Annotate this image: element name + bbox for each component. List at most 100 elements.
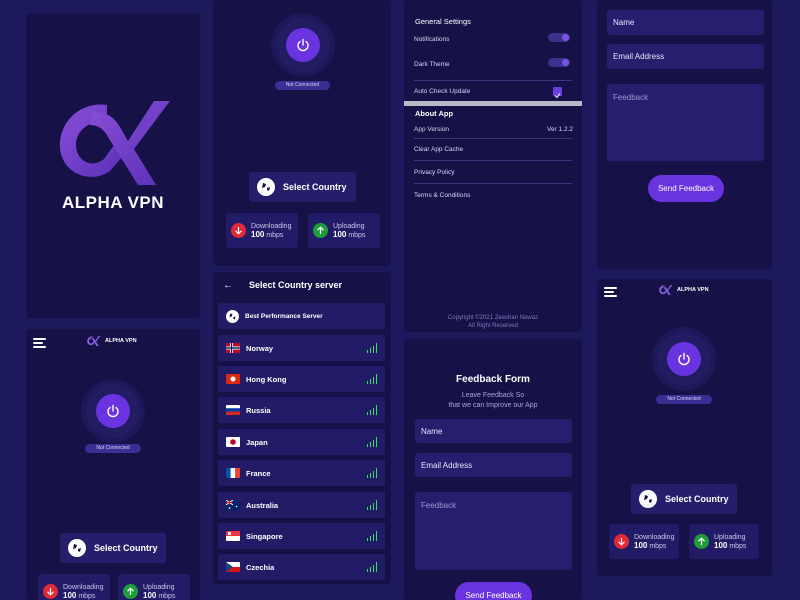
download-unit: mbps	[78, 592, 96, 600]
header-brand: ALPHA VPN	[86, 335, 137, 347]
email-field[interactable]: Email Address	[415, 453, 572, 477]
best-server-item[interactable]: Best Performance Server	[218, 303, 385, 329]
power-button[interactable]	[657, 332, 711, 386]
select-country-label: Select Country	[283, 182, 347, 192]
dark-theme-label: Dark Theme	[414, 61, 450, 68]
auto-update-label: Auto Check Update	[414, 88, 471, 95]
app-version-label: App Version	[414, 126, 450, 133]
clear-cache-item[interactable]: Clear App Cache	[414, 146, 463, 153]
menu-icon[interactable]	[604, 287, 617, 299]
download-value: 100	[63, 590, 77, 600]
globe-icon	[226, 309, 239, 323]
download-value: 100	[251, 229, 265, 239]
download-label: Downloading	[63, 583, 104, 591]
home-screen-alt: ALPHA VPN Not Connected Select Country D…	[597, 279, 772, 576]
country-item-singapore[interactable]: Singapore	[218, 523, 385, 549]
menu-icon[interactable]	[33, 338, 46, 350]
name-field[interactable]: Name	[415, 419, 572, 443]
app-version-value: Ver 1.2.2	[546, 126, 573, 133]
divider	[414, 160, 572, 161]
signal-icon	[366, 405, 377, 415]
select-country-button[interactable]: Select Country	[631, 484, 737, 514]
feedback-textarea[interactable]: Feedback	[415, 492, 572, 570]
send-feedback-button[interactable]: Send Feedback	[648, 175, 724, 202]
country-screen-title: Select Country server	[249, 280, 343, 290]
copyright-text: Copyright ©2021 Zeeshan Nawaz All Right …	[404, 314, 582, 330]
alpha-logo-icon	[59, 101, 170, 185]
power-button[interactable]	[86, 384, 140, 438]
divider	[414, 183, 572, 184]
divider	[414, 80, 572, 81]
send-feedback-button[interactable]: Send Feedback	[455, 582, 532, 600]
upload-stat: Uploading 100 mbps	[118, 574, 190, 600]
best-server-label: Best Performance Server	[245, 312, 323, 320]
country-item-france[interactable]: France	[218, 460, 385, 486]
signal-icon	[366, 531, 377, 541]
australia-flag-icon	[226, 500, 240, 510]
singapore-flag-icon	[226, 531, 240, 541]
signal-icon	[366, 374, 377, 384]
country-item-russia[interactable]: Russia	[218, 397, 385, 423]
upload-stat: Uploading 100 mbps	[689, 524, 759, 559]
power-icon	[297, 38, 309, 52]
auto-update-checkbox[interactable]	[553, 87, 562, 99]
notifications-toggle[interactable]	[548, 33, 570, 42]
select-country-button[interactable]: Select Country	[249, 172, 356, 202]
power-button[interactable]	[276, 18, 330, 72]
globe-icon	[257, 178, 275, 196]
general-settings-heading: General Settings	[415, 17, 471, 26]
czechia-flag-icon	[226, 562, 240, 572]
country-name: Australia	[246, 500, 279, 510]
country-name: Norway	[246, 343, 274, 353]
country-item-norway[interactable]: Norway	[218, 335, 385, 361]
back-arrow-icon[interactable]: ←	[223, 280, 233, 291]
russia-flag-icon	[226, 405, 240, 415]
upload-value: 100	[714, 540, 728, 550]
download-stat: Downloading 100 mbps	[226, 213, 298, 248]
country-item-czechia[interactable]: Czechia	[218, 554, 385, 580]
dark-theme-toggle[interactable]	[548, 58, 570, 67]
country-item-japan[interactable]: Japan	[218, 429, 385, 455]
power-icon	[107, 404, 119, 418]
select-country-button[interactable]: Select Country	[60, 533, 166, 563]
norway-flag-icon	[226, 343, 240, 353]
download-unit: mbps	[266, 231, 284, 239]
upload-label: Uploading	[143, 583, 175, 591]
upload-label: Uploading	[333, 222, 365, 230]
home-screen-top: Not Connected Select Country Downloading…	[213, 0, 391, 266]
power-button-inner	[667, 342, 701, 376]
download-arrow-icon	[614, 534, 629, 549]
home-screen: ALPHA VPN Not Connected Select Country D…	[26, 329, 200, 600]
feedback-subtitle-line-1: Leave Feedback So	[461, 392, 525, 399]
upload-value: 100	[333, 229, 347, 239]
copyright-line-1: Copyright ©2021 Zeeshan Nawaz	[447, 315, 539, 321]
section-separator	[404, 101, 582, 106]
upload-unit: mbps	[729, 542, 747, 550]
upload-arrow-icon	[123, 584, 138, 599]
france-flag-icon	[226, 468, 240, 478]
upload-value: 100	[143, 590, 157, 600]
signal-icon	[366, 437, 377, 447]
signal-icon	[366, 562, 377, 572]
country-item-australia[interactable]: Australia	[218, 492, 385, 518]
country-name: Japan	[246, 437, 268, 447]
country-item-hong-kong[interactable]: Hong Kong	[218, 366, 385, 392]
privacy-policy-item[interactable]: Privacy Policy	[414, 169, 454, 176]
feedback-textarea[interactable]: Feedback	[607, 84, 764, 161]
upload-stat: Uploading 100 mbps	[308, 213, 380, 248]
upload-arrow-icon	[694, 534, 709, 549]
feedback-screen-top: Name Email Address Feedback Send Feedbac…	[597, 0, 772, 269]
hong-kong-flag-icon	[226, 374, 240, 384]
download-unit: mbps	[649, 542, 667, 550]
country-name: Czechia	[246, 562, 275, 572]
select-country-label: Select Country	[665, 494, 729, 504]
power-icon	[678, 352, 690, 366]
download-label: Downloading	[634, 533, 675, 541]
feedback-subtitle: Leave Feedback So that we can Improve ou…	[404, 391, 582, 411]
connection-status: Not Connected	[656, 395, 712, 404]
splash-screen: ALPHA VPN	[26, 13, 200, 318]
power-button-inner	[286, 28, 320, 62]
terms-item[interactable]: Terms & Conditions	[414, 192, 470, 199]
name-field[interactable]: Name	[607, 10, 764, 35]
email-field[interactable]: Email Address	[607, 44, 764, 69]
